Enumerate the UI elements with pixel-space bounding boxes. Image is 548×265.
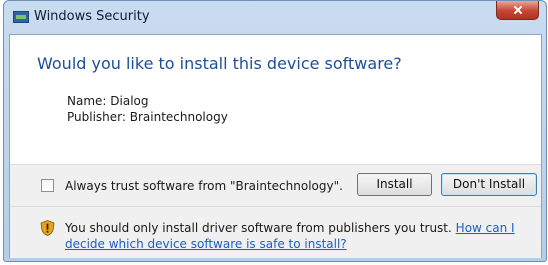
warning-text: You should only install driver software … [65, 221, 452, 235]
window-title: Windows Security [34, 9, 150, 24]
dont-install-button[interactable]: Don't Install [441, 173, 537, 196]
warning-message: You should only install driver software … [65, 220, 535, 252]
title-bar[interactable]: Windows Security [4, 1, 546, 31]
close-button[interactable] [496, 1, 539, 20]
install-question: Would you like to install this device so… [37, 54, 402, 73]
security-app-icon [13, 11, 29, 23]
action-bar: Always trust software from "Braintechnol… [10, 164, 541, 206]
publisher-name: Publisher: Braintechnology [67, 110, 228, 124]
always-trust-label[interactable]: Always trust software from "Braintechnol… [65, 179, 343, 193]
always-trust-checkbox[interactable] [41, 179, 54, 192]
warning-footer: You should only install driver software … [10, 206, 541, 258]
install-button[interactable]: Install [357, 173, 432, 196]
device-name: Name: Dialog [67, 94, 149, 108]
windows-security-dialog: Windows Security Would you like to insta… [3, 0, 547, 262]
dialog-content: Would you like to install this device so… [9, 34, 542, 258]
shield-warning-icon [40, 220, 55, 236]
